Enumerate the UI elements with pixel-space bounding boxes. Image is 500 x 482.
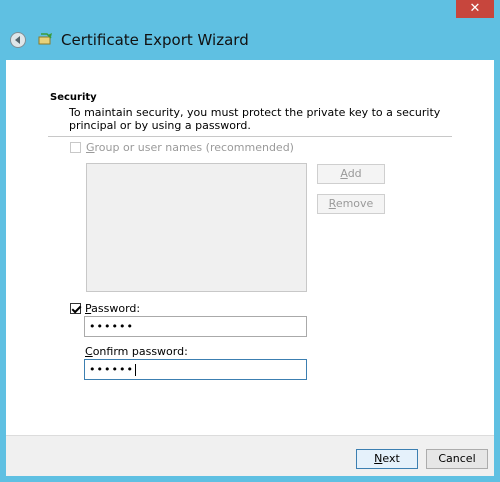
next-button-rest: ext <box>382 452 400 465</box>
section-heading: Security <box>50 92 97 103</box>
close-button[interactable]: ✕ <box>456 0 494 18</box>
wizard-footer: Next Cancel <box>6 435 494 476</box>
section-description: To maintain security, you must protect t… <box>69 106 441 132</box>
certificate-wizard-icon <box>38 33 52 45</box>
group-user-checkbox[interactable] <box>70 142 81 153</box>
confirm-password-value: •••••• <box>89 363 134 376</box>
wizard-content: Security To maintain security, you must … <box>6 60 494 435</box>
add-button-rest: dd <box>347 167 362 180</box>
confirm-password-input[interactable]: •••••• <box>84 359 307 380</box>
window-title: Certificate Export Wizard <box>61 31 249 49</box>
header-divider <box>48 136 452 137</box>
confirm-password-label: Confirm password: <box>85 345 188 358</box>
text-caret <box>134 364 136 376</box>
back-arrow-icon[interactable] <box>10 32 26 48</box>
password-checkbox[interactable] <box>70 303 81 314</box>
group-user-label: Group or user names (recommended) <box>86 141 294 154</box>
confirm-password-label-rest: onfirm password: <box>92 345 188 358</box>
add-button-underline: A <box>340 167 348 180</box>
next-button[interactable]: Next <box>356 449 418 469</box>
remove-button[interactable]: Remove <box>317 194 385 214</box>
password-label-rest: assword: <box>91 302 141 315</box>
group-user-label-rest: roup or user names (recommended) <box>94 141 294 154</box>
password-input[interactable]: •••••• <box>84 316 307 337</box>
wizard-window: ✕ Certificate Export Wizard Security To … <box>0 0 500 482</box>
password-label: Password: <box>85 302 140 315</box>
group-user-label-underline: G <box>86 141 95 154</box>
cancel-button[interactable]: Cancel <box>426 449 488 469</box>
remove-button-rest: emove <box>335 197 374 210</box>
add-button[interactable]: Add <box>317 164 385 184</box>
confirm-password-label-underline: C <box>85 345 93 358</box>
remove-button-underline: R <box>328 197 336 210</box>
principal-listbox[interactable] <box>86 163 307 292</box>
wizard-header: Certificate Export Wizard <box>0 18 500 60</box>
